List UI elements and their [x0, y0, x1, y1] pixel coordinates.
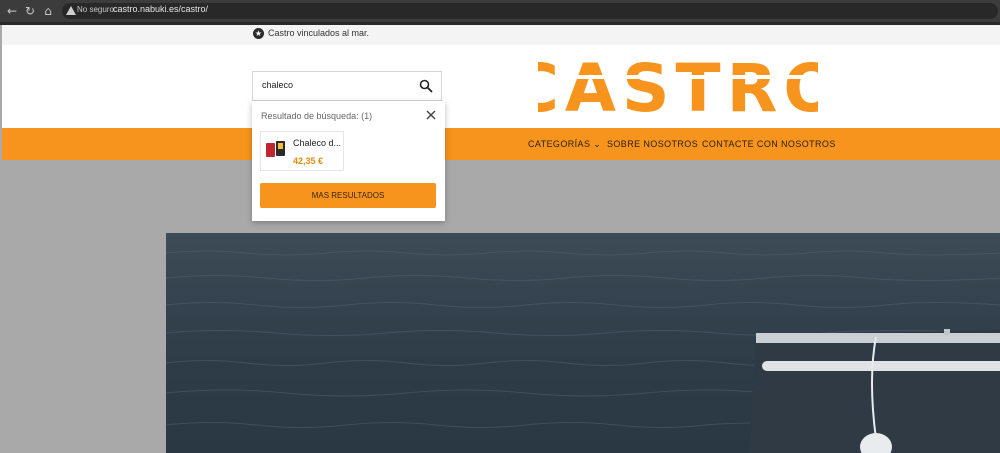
product-thumbnail[interactable]	[266, 140, 286, 158]
nav-item-contacto[interactable]: CONTACTE CON NOSOTROS	[702, 139, 836, 149]
browser-toolbar: ← ↻ ⌂ No seguro castro.nabuki.es/castro/	[0, 0, 1000, 22]
search-results-dropdown: Resultado de búsqueda: (1) Chaleco d... …	[252, 101, 445, 221]
search-input[interactable]: chaleco	[252, 71, 442, 101]
site-header: chaleco CASTRO	[2, 45, 1000, 128]
security-label[interactable]: No seguro	[77, 5, 114, 14]
nav-item-categorias[interactable]: CATEGORÍAS ⌄	[528, 139, 601, 150]
castro-logo[interactable]: CASTRO	[538, 53, 818, 121]
more-results-button[interactable]: MAS RESULTADOS	[260, 183, 436, 208]
star-icon: ★	[253, 28, 264, 39]
result-name[interactable]: Chaleco d...	[293, 138, 341, 148]
warning-icon[interactable]	[66, 6, 76, 15]
announcement-bar: ★ Castro vinculados al mar.	[2, 25, 1000, 45]
main-nav: CATEGORÍAS ⌄ SOBRE NOSOTROS CONTACTE CON…	[2, 128, 1000, 160]
result-price: 42,35 €	[293, 156, 324, 166]
hero-image	[166, 233, 1000, 453]
boat-illustration	[748, 329, 1000, 453]
close-icon[interactable]	[425, 109, 437, 121]
home-icon[interactable]: ⌂	[40, 3, 56, 19]
site: ★ Castro vinculados al mar. chaleco CAST…	[2, 25, 1000, 453]
results-count-label: Resultado de búsqueda: (1)	[261, 111, 373, 121]
url-text[interactable]: castro.nabuki.es/castro/	[113, 4, 208, 14]
back-icon[interactable]: ←	[4, 3, 20, 19]
announcement-text: Castro vinculados al mar.	[268, 28, 370, 38]
search-icon[interactable]	[419, 79, 433, 93]
reload-icon[interactable]: ↻	[22, 3, 38, 19]
nav-item-sobre-nosotros[interactable]: SOBRE NOSOTROS	[607, 139, 698, 149]
search-result-item[interactable]: Chaleco d... 42,35 €	[260, 131, 344, 171]
search-value[interactable]: chaleco	[262, 80, 293, 90]
logo-text: CASTRO	[538, 53, 818, 121]
